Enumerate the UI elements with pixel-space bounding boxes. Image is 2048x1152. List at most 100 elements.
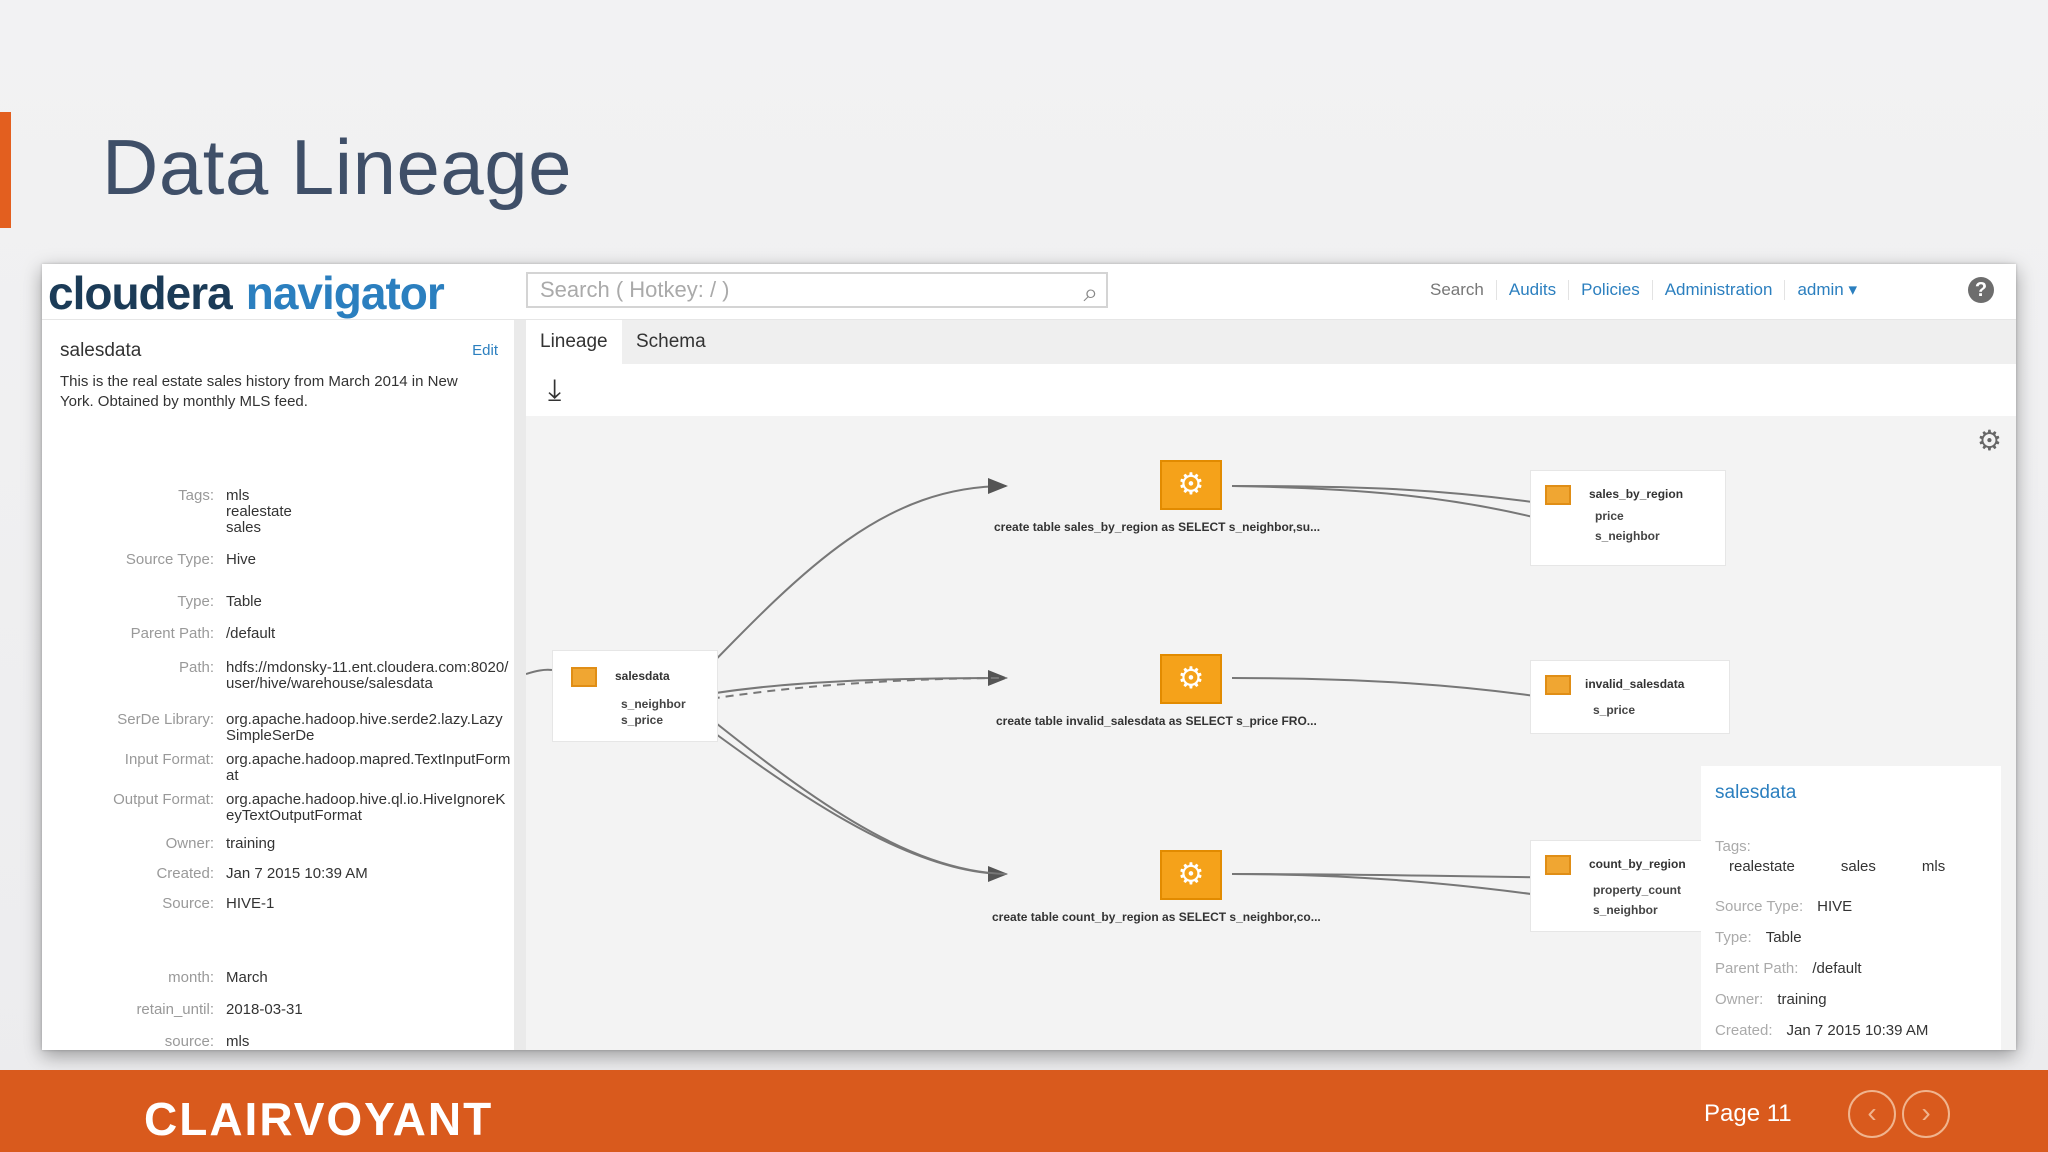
property-value: org.apache.hadoop.hive.serde2.lazy.LazyS… [226,711,503,744]
property-key: Created: [156,865,214,882]
table-icon [1545,855,1571,875]
property-key: Parent Path: [130,625,214,642]
target-3-col-s-neighbor[interactable]: s_neighbor [1593,903,1658,917]
download-icon[interactable]: ⤓ [548,374,561,408]
table-icon [1545,675,1571,695]
operation-gears-icon[interactable]: ⚙ [1160,460,1222,510]
accent-bar [0,112,11,228]
tab-lineage[interactable]: Lineage [526,320,622,364]
property-value: /default [226,625,276,642]
page-number: Page 11 [1704,1100,1792,1127]
target-2-col-s-price[interactable]: s_price [1593,703,1635,717]
table-icon [571,667,597,687]
property-value: org.apache.hadoop.hive.ql.io.HiveIgnoreK… [226,791,506,824]
property-value: Table [226,593,262,610]
navigator-screenshot: cloudera navigator Search ( Hotkey: / ) ⌕… [42,264,2016,1050]
edge-in-source [526,668,553,675]
search-icon[interactable]: ⌕ [1083,277,1098,309]
operation-gears-icon[interactable]: ⚙ [1160,654,1222,704]
property-key: Owner: [165,835,214,852]
property-value: 2018-03-31 [226,1001,303,1018]
target-1-name: sales_by_region [1589,487,1684,501]
source-col-s-neighbor[interactable]: s_neighbor [621,697,686,711]
property-key: Source: [162,895,214,912]
edge-src-op1 [697,478,1008,679]
target-3-name: count_by_region [1589,857,1686,871]
tag-sales[interactable]: sales [1841,858,1876,875]
property-value: March [226,969,268,986]
cloudera-navigator-logo[interactable]: cloudera navigator [48,266,445,320]
edge-src-op3-b [685,698,1007,875]
panel-splitter[interactable] [514,320,526,1050]
property-value: Hive [226,551,257,568]
target-1-col-s-neighbor[interactable]: s_neighbor [1595,529,1660,543]
infobox-tags: realestate sales mls [1729,858,1991,875]
property-key: SerDe Library: [117,711,214,728]
tab-schema[interactable]: Schema [622,320,720,364]
operation-label-2: create table invalid_salesdata as SELECT… [996,714,1317,728]
operation-label-3: create table count_by_region as SELECT s… [992,910,1321,924]
nav-policies[interactable]: Policies [1568,280,1652,300]
operation-gears-icon[interactable]: ⚙ [1160,850,1222,900]
property-key: Output Format: [113,791,214,808]
infobox-tags-label: Tags: [1715,838,1751,855]
edit-link[interactable]: Edit [472,342,498,359]
target-table-node-1[interactable]: sales_by_region price s_neighbor [1530,470,1726,566]
source-table-node[interactable]: salesdata s_neighbor s_price [552,650,718,742]
tag-mls[interactable]: mls [1922,858,1945,875]
nav-audits[interactable]: Audits [1495,280,1568,300]
operation-label-1: create table sales_by_region as SELECT s… [994,520,1321,534]
infobox-title[interactable]: salesdata [1715,782,1796,804]
table-icon [1545,485,1571,505]
slide-footer: CLAIRVOYANT Page 11 ‹ › [0,1070,2048,1152]
target-3-col-property-count[interactable]: property_count [1593,883,1681,897]
property-key: retain_until: [136,1001,214,1018]
source-table-name: salesdata [615,669,670,683]
slide-title: Data Lineage [102,123,573,211]
target-table-node-3[interactable]: count_by_region property_count s_neighbo… [1530,840,1726,932]
tag-realestate[interactable]: realestate [1729,858,1795,875]
property-key: Type: [177,593,214,610]
lineage-toolbar: ⤓ [526,364,2016,416]
property-key: Path: [178,659,214,676]
property-value: training [226,835,276,852]
property-key: Source Type: [125,551,214,568]
target-1-col-price[interactable]: price [1595,509,1624,523]
infobox-created: Created: Jan 7 2015 10:39 AM [1715,1022,1929,1039]
help-icon[interactable]: ? [1968,277,1994,303]
logo-part-navigator: navigator [245,267,445,319]
chevron-right-icon[interactable]: › [1902,1090,1950,1138]
entity-details-panel: salesdata Edit This is the real estate s… [42,320,514,1050]
chevron-left-icon[interactable]: ‹ [1848,1090,1896,1138]
nav-search[interactable]: Search [1418,280,1496,300]
property-key: month: [168,969,214,986]
infobox-type: Type: Table [1715,929,1802,946]
entity-info-popover: salesdata Tags: realestate sales mls Sourc… [1701,766,2001,1050]
infobox-source-type: Source Type: HIVE [1715,898,1853,915]
logo-part-cloudera: cloudera [48,267,233,319]
property-value: mls realestate sales [226,487,292,536]
search-input[interactable]: Search ( Hotkey: / ) ⌕ [526,272,1108,308]
property-key: Input Format: [124,751,214,768]
property-value: Jan 7 2015 10:39 AM [226,865,368,882]
infobox-owner: Owner: training [1715,991,1827,1008]
nav-administration[interactable]: Administration [1651,280,1785,300]
entity-description: This is the real estate sales history fr… [60,373,458,410]
edge-op1-t1a [1231,485,1576,514]
property-value: org.apache.hadoop.mapred.TextInputFormat [226,751,511,784]
property-value: hdfs://mdonsky-11.ent.cloudera.com:8020/… [226,659,509,692]
search-placeholder: Search ( Hotkey: / ) [540,277,730,302]
property-value: mls [226,1033,250,1050]
entity-name: salesdata [60,340,142,361]
source-col-s-price[interactable]: s_price [621,713,663,727]
infobox-parent-path: Parent Path:/default [1715,960,1862,977]
nav-admin-menu[interactable]: admin ▾ [1784,280,1869,300]
tabs-bar: Lineage Schema [526,320,2016,364]
target-2-name: invalid_salesdata [1585,677,1685,691]
target-table-node-2[interactable]: invalid_salesdata s_price [1530,660,1730,734]
brand-logo: CLAIRVOYANT [144,1093,494,1145]
property-value: HIVE-1 [226,895,275,912]
property-key: source: [164,1033,214,1050]
nav-links: Search Audits Policies Administration admin … [1418,280,1869,300]
property-key: Tags: [178,487,214,504]
